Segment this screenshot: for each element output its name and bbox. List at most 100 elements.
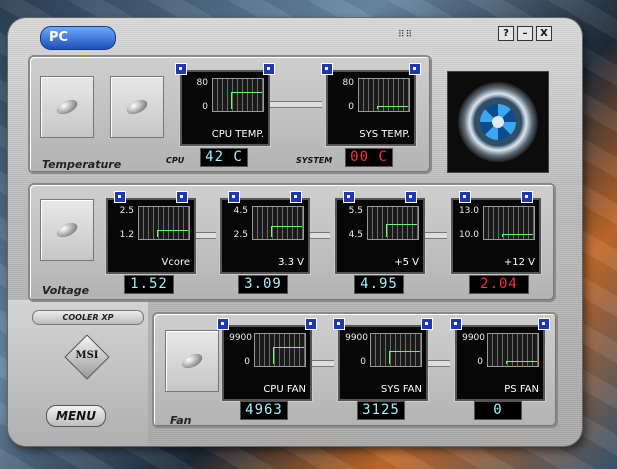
vcore-readout: 1.52 xyxy=(124,275,174,294)
v5-monitor[interactable]: 5.5 4.5 +5 V xyxy=(335,191,425,274)
corner-icon xyxy=(421,318,433,330)
system-temp-readout: 00 C xyxy=(345,148,393,167)
corner-icon xyxy=(114,191,126,203)
minimize-button[interactable]: – xyxy=(517,26,533,41)
corner-icon xyxy=(450,318,462,330)
monitor-name: SYS TEMP. xyxy=(359,129,410,140)
fan-hub-icon xyxy=(492,116,504,128)
monitor-name: SYS FAN xyxy=(380,384,422,395)
cpu-temp-monitor[interactable]: 80 0 CPU TEMP. xyxy=(175,63,275,146)
msi-emblem: MSI xyxy=(58,334,116,380)
separator xyxy=(310,232,330,239)
cpu-fan-readout: 4963 xyxy=(240,401,288,420)
corner-icon xyxy=(176,191,188,203)
range-max: 9900 xyxy=(345,333,368,343)
v33-monitor[interactable]: 4.5 2.5 3.3 V xyxy=(220,191,310,274)
knob-icon xyxy=(179,350,205,372)
cpu-fan-graph xyxy=(254,333,306,367)
range-max: 4.5 xyxy=(233,206,248,216)
monitor-name: CPU TEMP. xyxy=(211,129,264,140)
temperature-toggle-1[interactable] xyxy=(40,76,94,138)
corner-icon xyxy=(175,63,187,75)
menu-button[interactable]: MENU xyxy=(46,405,106,427)
range-min: 0 xyxy=(477,357,483,367)
sys-fan-monitor[interactable]: 9900 0 SYS FAN xyxy=(333,318,433,401)
drag-grip[interactable]: ⠿⠿ xyxy=(398,30,413,40)
range-max: 2.5 xyxy=(119,206,134,216)
corner-icon xyxy=(459,191,471,203)
v33-graph xyxy=(252,206,304,240)
v12-graph xyxy=(483,206,535,240)
separator xyxy=(270,101,322,108)
range-min: 1.2 xyxy=(119,230,134,240)
ps-fan-readout: 0 xyxy=(474,401,522,420)
sys-fan-readout: 3125 xyxy=(357,401,405,420)
knob-icon xyxy=(124,96,150,118)
v33-readout: 3.09 xyxy=(238,275,288,294)
v5-graph xyxy=(367,206,419,240)
temperature-toggle-2[interactable] xyxy=(110,76,164,138)
monitor-name: 3.3 V xyxy=(278,257,304,268)
sys-temp-graph xyxy=(358,78,410,112)
monitor-name: PS FAN xyxy=(504,384,539,395)
range-max: 80 xyxy=(342,78,354,88)
corner-icon xyxy=(538,318,550,330)
range-max: 13.0 xyxy=(458,206,479,216)
close-button[interactable]: X xyxy=(536,26,552,41)
range-min: 0 xyxy=(360,357,366,367)
sys-temp-monitor[interactable]: 80 0 SYS TEMP. xyxy=(321,63,421,146)
corner-icon xyxy=(343,191,355,203)
range-max: 5.5 xyxy=(348,206,363,216)
knob-icon xyxy=(54,96,80,118)
range-min: 0 xyxy=(348,102,354,112)
corner-icon xyxy=(217,318,229,330)
fan-toggle[interactable] xyxy=(165,330,219,392)
range-max: 9900 xyxy=(462,333,485,343)
cpu-temp-readout: 42 C xyxy=(200,148,248,167)
help-button[interactable]: ? xyxy=(498,26,514,41)
ps-fan-graph xyxy=(487,333,539,367)
cpu-temp-graph xyxy=(212,78,264,112)
monitor-name: CPU FAN xyxy=(263,384,306,395)
monitor-name: Vcore xyxy=(161,257,190,268)
separator xyxy=(312,360,334,367)
separator xyxy=(196,232,216,239)
range-min: 10.0 xyxy=(458,230,479,240)
cooler-xp-button[interactable]: COOLER XP xyxy=(32,310,144,325)
v12-readout: 2.04 xyxy=(469,275,529,294)
cpu-fan-monitor[interactable]: 9900 0 CPU FAN xyxy=(217,318,317,401)
corner-icon xyxy=(321,63,333,75)
range-min: 2.5 xyxy=(233,230,248,240)
vcore-monitor[interactable]: 2.5 1.2 Vcore xyxy=(106,191,196,274)
corner-icon xyxy=(409,63,421,75)
separator xyxy=(428,360,450,367)
range-min: 0 xyxy=(244,357,250,367)
corner-icon xyxy=(290,191,302,203)
v12-monitor[interactable]: 13.0 10.0 +12 V xyxy=(451,191,541,274)
system-label: SYSTEM xyxy=(296,156,333,165)
range-min: 4.5 xyxy=(348,230,363,240)
v5-readout: 4.95 xyxy=(354,275,404,294)
fan-label: Fan xyxy=(170,414,192,427)
knob-icon xyxy=(54,219,80,241)
range-min: 0 xyxy=(202,102,208,112)
pc-alert-logo: PC Alert4 xyxy=(40,26,116,70)
corner-icon xyxy=(228,191,240,203)
range-max: 9900 xyxy=(229,333,252,343)
cpu-label: CPU xyxy=(166,156,185,165)
corner-icon xyxy=(405,191,417,203)
corner-icon xyxy=(521,191,533,203)
voltage-toggle[interactable] xyxy=(40,199,94,261)
monitor-name: +5 V xyxy=(394,257,419,268)
corner-icon xyxy=(333,318,345,330)
vcore-graph xyxy=(138,206,190,240)
range-max: 80 xyxy=(196,78,208,88)
temperature-label: Temperature xyxy=(42,158,122,171)
corner-icon xyxy=(305,318,317,330)
corner-icon xyxy=(263,63,275,75)
separator xyxy=(425,232,447,239)
voltage-label: Voltage xyxy=(42,284,90,297)
fan-animation xyxy=(447,71,549,173)
monitor-name: +12 V xyxy=(503,257,535,268)
ps-fan-monitor[interactable]: 9900 0 PS FAN xyxy=(450,318,550,401)
